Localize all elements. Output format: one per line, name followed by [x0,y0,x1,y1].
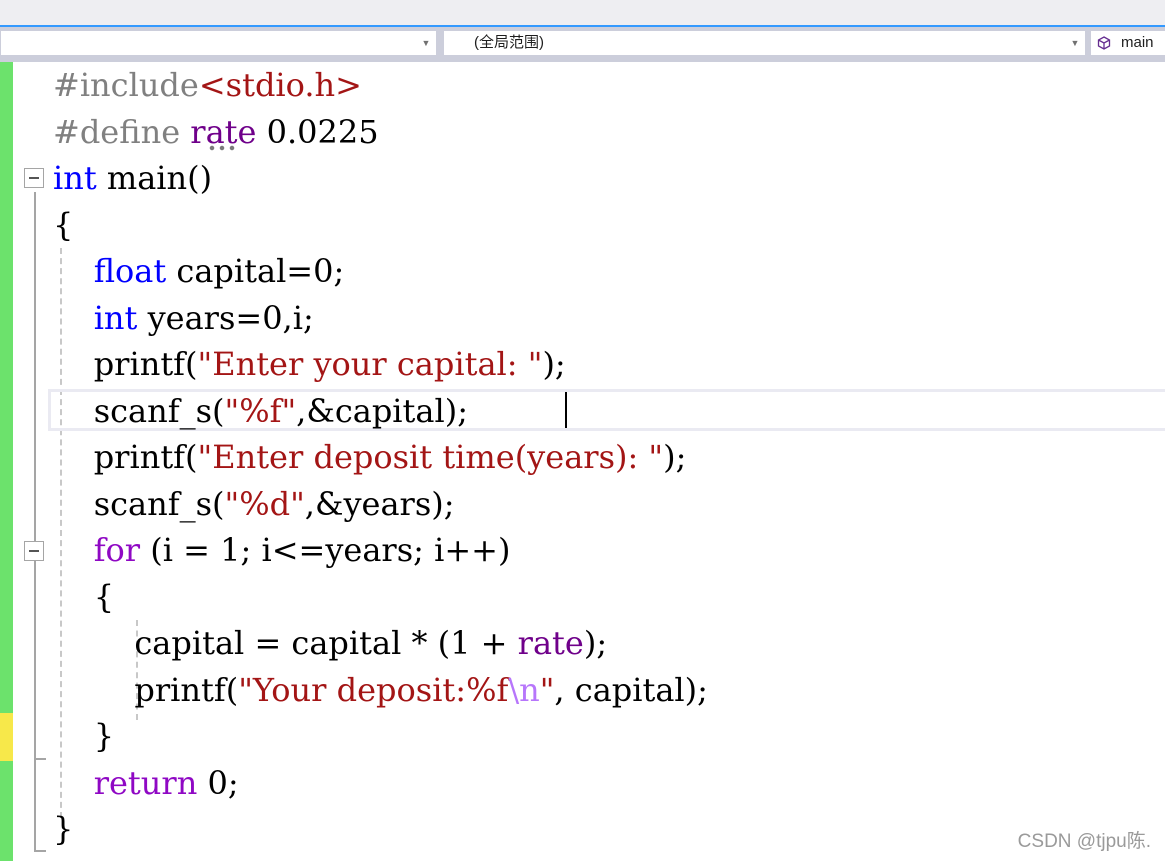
text-caret [565,392,567,428]
code-line[interactable]: } [53,806,73,852]
token-plain: } [53,717,115,755]
token-esc: \n [508,670,540,709]
token-ctl: return [93,763,198,802]
token-plain: ,&years); [304,484,455,523]
code-line[interactable]: } [53,713,114,759]
code-line[interactable]: int years=0,i; [53,295,314,341]
code-line[interactable]: printf("Your deposit:%f\n", capital); [53,667,708,713]
token-kw: int [53,159,97,197]
token-mac: rate [517,624,584,662]
token-str: "%d" [224,484,305,523]
scope-combo[interactable]: (全局范围) ▼ [443,30,1086,56]
token-plain: ,&capital); [296,391,468,430]
token-plain: printf( [53,670,239,709]
token-plain: { [53,577,115,616]
outline-end-main [34,850,46,852]
token-plain: capital = capital * (1 + [53,624,518,662]
token-str: "%f" [224,391,297,430]
navigation-bar: ▼ (全局范围) ▼ main [0,27,1165,62]
token-plain: (i = 1; i<=years; i++) [140,531,511,569]
token-plain: printf( [53,345,198,383]
outline-end-for [34,758,46,760]
code-line[interactable]: scanf_s("%d",&years); [53,481,455,527]
member-combo-label: main [1121,34,1154,51]
scope-combo-label: (全局范围) [474,34,544,51]
token-str: <stdio.h> [198,66,362,104]
token-kw: int [93,298,138,337]
token-str: " [539,670,555,709]
token-plain: scanf_s( [53,484,225,523]
token-plain: printf( [53,438,198,476]
token-plain: 0.0225 [256,112,379,151]
token-plain: ); [663,438,687,476]
cube-icon [1097,36,1111,50]
tab-strip [0,0,1165,27]
collapse-icon[interactable] [24,541,44,561]
code-line[interactable]: return 0; [53,760,239,806]
chevron-down-icon[interactable]: ▼ [418,31,434,55]
token-plain: main() [96,159,213,197]
token-plain: 0; [197,763,239,802]
token-str: "Enter your capital: " [197,345,543,383]
member-combo[interactable]: main [1090,30,1165,56]
suggestion-squiggle [207,145,239,151]
token-plain: { [53,205,74,244]
code-line[interactable]: capital = capital * (1 + rate); [53,620,607,666]
code-line[interactable]: int main() [53,155,212,201]
project-combo[interactable]: ▼ [0,30,437,56]
watermark: CSDN @tjpu陈. [1017,831,1151,852]
code-line[interactable]: scanf_s("%f",&capital); [53,388,468,434]
code-line[interactable]: { [53,202,73,248]
outline-line-main [34,192,36,852]
token-plain: ); [542,345,566,383]
code-line[interactable]: for (i = 1; i<=years; i++) [53,527,511,573]
token-str: "Enter deposit time(years): " [197,438,664,476]
chevron-down-icon[interactable]: ▼ [1067,31,1083,55]
code-line[interactable]: #include<stdio.h> [53,62,362,108]
code-line[interactable]: float capital=0; [53,248,345,294]
token-plain: } [53,810,74,848]
token-plain: scanf_s( [53,391,225,430]
token-plain: , capital); [554,670,708,709]
code-line[interactable]: printf("Enter your capital: "); [53,341,566,387]
code-line[interactable]: { [53,574,114,620]
token-pp: #include [53,66,199,104]
token-kw: float [93,252,167,290]
token-ctl: for [93,531,141,569]
token-pp: #define [53,112,191,151]
code-line[interactable]: printf("Enter deposit time(years): "); [53,434,687,480]
token-plain: years=0,i; [137,298,314,337]
change-margin-unsaved [0,713,13,761]
token-str: "Your deposit:%f [238,670,509,709]
token-plain: capital=0; [166,252,345,290]
token-plain: ); [583,624,608,662]
collapse-icon[interactable] [24,168,44,188]
